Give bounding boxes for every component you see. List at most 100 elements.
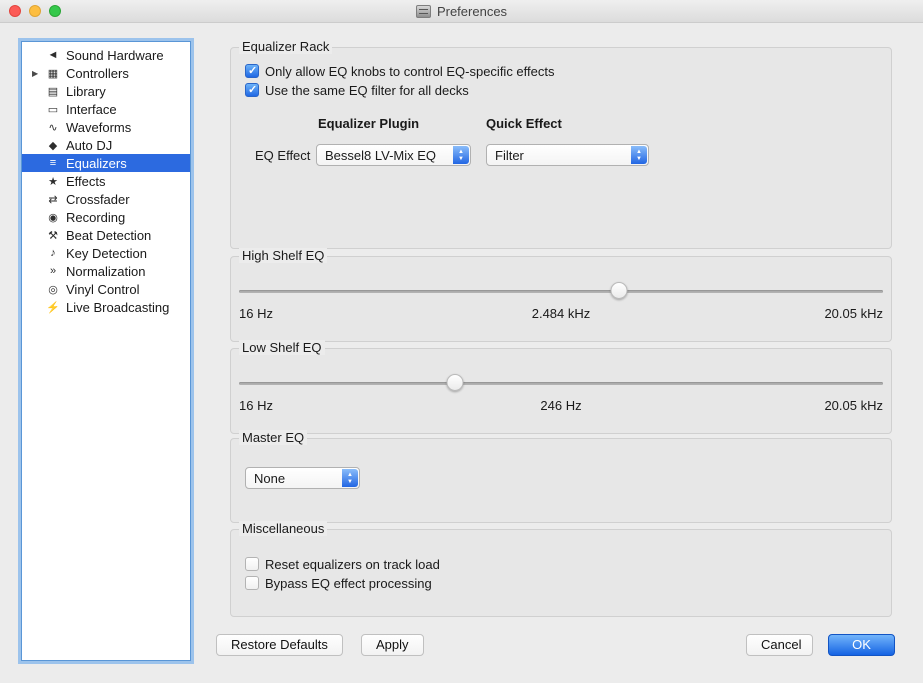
bypass-eq-checkbox[interactable] <box>245 576 259 590</box>
quick-effect-dropdown[interactable]: Filter ▲▼ <box>486 144 649 166</box>
same-eq-filter-checkbox[interactable] <box>245 83 259 97</box>
zoom-button[interactable] <box>49 5 61 17</box>
miscellaneous-groupbox: Miscellaneous Reset equalizers on track … <box>230 529 892 617</box>
sidebar-item-label: Waveforms <box>66 120 131 135</box>
equalizer-rack-groupbox: Equalizer Rack Only allow EQ knobs to co… <box>230 47 892 249</box>
sidebar-item-label: Library <box>66 84 106 99</box>
slider-track[interactable] <box>239 290 883 293</box>
sidebar-item-beat-detection[interactable]: ⚒ Beat Detection <box>22 226 190 244</box>
bypass-eq-checkbox-row[interactable]: Bypass EQ effect processing <box>245 575 432 591</box>
sidebar-item-label: Vinyl Control <box>66 282 139 297</box>
high-shelf-eq-groupbox: High Shelf EQ 16 Hz 2.484 kHz 20.05 kHz <box>230 256 892 342</box>
ok-button[interactable]: OK <box>828 634 895 656</box>
sidebar-item-key-detection[interactable]: ♪ Key Detection <box>22 244 190 262</box>
sidebar-item-label: Live Broadcasting <box>66 300 169 315</box>
sidebar-item-sound-hardware[interactable]: ◄Sound Hardware <box>22 46 190 64</box>
library-icon: ▤ <box>45 85 61 98</box>
broadcast-dish-icon: ⚡ <box>45 301 61 314</box>
quick-effect-header: Quick Effect <box>486 116 562 131</box>
music-note-icon: ♪ <box>45 247 61 259</box>
sidebar-item-label: Effects <box>66 174 106 189</box>
slider-max-label: 20.05 kHz <box>824 398 883 413</box>
sidebar-item-label: Normalization <box>66 264 145 279</box>
low-shelf-eq-groupbox: Low Shelf EQ 16 Hz 246 Hz 20.05 kHz <box>230 348 892 434</box>
groupbox-title: Miscellaneous <box>239 521 327 536</box>
groupbox-title: Master EQ <box>239 430 307 445</box>
waveform-icon: ∿ <box>45 121 61 134</box>
sidebar-item-waveforms[interactable]: ∿ Waveforms <box>22 118 190 136</box>
sidebar-item-auto-dj[interactable]: ◆ Auto DJ <box>22 136 190 154</box>
sidebar-item-crossfader[interactable]: ⇄Crossfader <box>22 190 190 208</box>
quick-effect-dropdown-value: Filter <box>495 148 524 163</box>
reset-equalizers-checkbox[interactable] <box>245 557 259 571</box>
equalizer-plugin-header: Equalizer Plugin <box>318 116 419 131</box>
eq-knobs-checkbox[interactable] <box>245 64 259 78</box>
eq-plugin-dropdown[interactable]: Bessel8 LV-Mix EQ ▲▼ <box>316 144 471 166</box>
slider-track[interactable] <box>239 382 883 385</box>
traffic-lights <box>9 5 61 17</box>
groupbox-title: Equalizer Rack <box>239 39 332 54</box>
dropdown-stepper-icon: ▲▼ <box>342 469 358 487</box>
sidebar-item-effects[interactable]: ★ Effects <box>22 172 190 190</box>
sidebar-item-interface[interactable]: ▭ Interface <box>22 100 190 118</box>
recording-icon: ◉ <box>45 211 61 224</box>
minimize-button[interactable] <box>29 5 41 17</box>
controller-icon: ▦ <box>45 67 61 80</box>
slider-max-label: 20.05 kHz <box>824 306 883 321</box>
eq-knobs-checkbox-row[interactable]: Only allow EQ knobs to control EQ-specif… <box>245 63 555 79</box>
sidebar-item-equalizers[interactable]: ≡ Equalizers <box>22 154 190 172</box>
master-eq-groupbox: Master EQ None ▲▼ <box>230 438 892 523</box>
eq-effect-label: EQ Effect <box>255 144 310 166</box>
groupbox-title: High Shelf EQ <box>239 248 327 263</box>
sound-waves-icon: » <box>45 265 61 277</box>
preferences-window-icon <box>416 5 431 18</box>
sidebar-item-label: Interface <box>66 102 117 117</box>
low-shelf-slider-knob[interactable] <box>446 374 463 391</box>
checkbox-label: Use the same EQ filter for all decks <box>265 83 469 98</box>
sidebar-item-live-broadcasting[interactable]: ⚡ Live Broadcasting <box>22 298 190 316</box>
vinyl-record-icon: ◎ <box>45 283 61 296</box>
dropdown-stepper-icon: ▲▼ <box>453 146 469 164</box>
effects-icon: ★ <box>45 175 61 188</box>
dropdown-stepper-icon: ▲▼ <box>631 146 647 164</box>
slider-current-value: 246 Hz <box>540 398 581 413</box>
sidebar-item-recording[interactable]: ◉ Recording <box>22 208 190 226</box>
sidebar-item-label: Key Detection <box>66 246 147 261</box>
auto-dj-icon: ◆ <box>45 139 61 152</box>
master-eq-dropdown[interactable]: None ▲▼ <box>245 467 360 489</box>
sidebar-item-vinyl-control[interactable]: ◎ Vinyl Control <box>22 280 190 298</box>
groupbox-title: Low Shelf EQ <box>239 340 325 355</box>
same-eq-filter-checkbox-row[interactable]: Use the same EQ filter for all decks <box>245 82 469 98</box>
sidebar-list[interactable]: ◄Sound Hardware ▶▦ Controllers ▤ Library ▭ Int… <box>21 41 191 661</box>
restore-defaults-button[interactable]: Restore Defaults <box>216 634 343 656</box>
slider-min-label: 16 Hz <box>239 398 273 413</box>
master-eq-dropdown-value: None <box>254 471 285 486</box>
window-title: Preferences <box>437 4 507 19</box>
sidebar-item-label: Sound Hardware <box>66 48 164 63</box>
apply-button[interactable]: Apply <box>361 634 424 656</box>
checkbox-label: Only allow EQ knobs to control EQ-specif… <box>265 64 555 79</box>
sidebar-item-label: Recording <box>66 210 125 225</box>
sidebar-item-library[interactable]: ▤ Library <box>22 82 190 100</box>
sidebar-item-label: Equalizers <box>66 156 127 171</box>
title-bar: Preferences <box>0 0 923 23</box>
sidebar-item-label: Auto DJ <box>66 138 112 153</box>
eq-plugin-dropdown-value: Bessel8 LV-Mix EQ <box>325 148 436 163</box>
slider-current-value: 2.484 kHz <box>532 306 591 321</box>
sidebar-item-label: Controllers <box>66 66 129 81</box>
close-button[interactable] <box>9 5 21 17</box>
wrench-icon: ⚒ <box>45 229 61 242</box>
disclosure-triangle[interactable]: ▶ <box>32 69 45 78</box>
sidebar-item-controllers[interactable]: ▶▦ Controllers <box>22 64 190 82</box>
sidebar-item-normalization[interactable]: » Normalization <box>22 262 190 280</box>
sidebar-item-label: Beat Detection <box>66 228 151 243</box>
high-shelf-slider[interactable] <box>239 282 883 300</box>
monitor-icon: ▭ <box>45 103 61 116</box>
slider-min-label: 16 Hz <box>239 306 273 321</box>
cancel-button[interactable]: Cancel <box>746 634 813 656</box>
high-shelf-slider-knob[interactable] <box>610 282 627 299</box>
reset-equalizers-checkbox-row[interactable]: Reset equalizers on track load <box>245 556 440 572</box>
checkbox-label: Bypass EQ effect processing <box>265 576 432 591</box>
equalizer-icon: ≡ <box>45 157 61 169</box>
low-shelf-slider[interactable] <box>239 374 883 392</box>
